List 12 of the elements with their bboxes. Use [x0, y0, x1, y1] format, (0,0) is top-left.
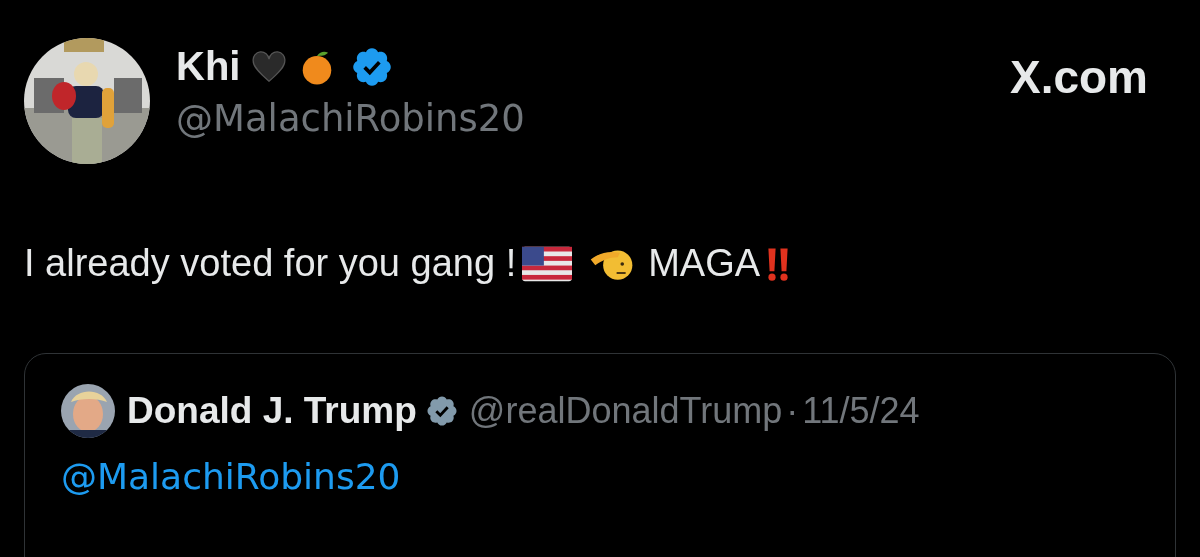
site-logo: X.com	[1009, 50, 1148, 104]
post-date: 11/5/24	[802, 390, 920, 432]
user-handle: @realDonaldTrump	[468, 390, 783, 432]
flag-icon	[522, 245, 573, 282]
mention-link[interactable]: @MalachiRobins20	[61, 456, 401, 497]
post-tag-text: MAGA	[648, 242, 761, 285]
user-handle: @MalachiRobins20	[176, 97, 525, 140]
separator-dot: ·	[786, 390, 799, 432]
display-name: Donald J. Trump	[127, 390, 417, 432]
display-name: Khi	[176, 44, 241, 89]
post-text: I already voted for you gang !	[24, 242, 517, 285]
quoted-post-card[interactable]: Donald J. Trump @realDonaldTrump·11/5/24 @MalachiRobins20	[24, 353, 1176, 557]
